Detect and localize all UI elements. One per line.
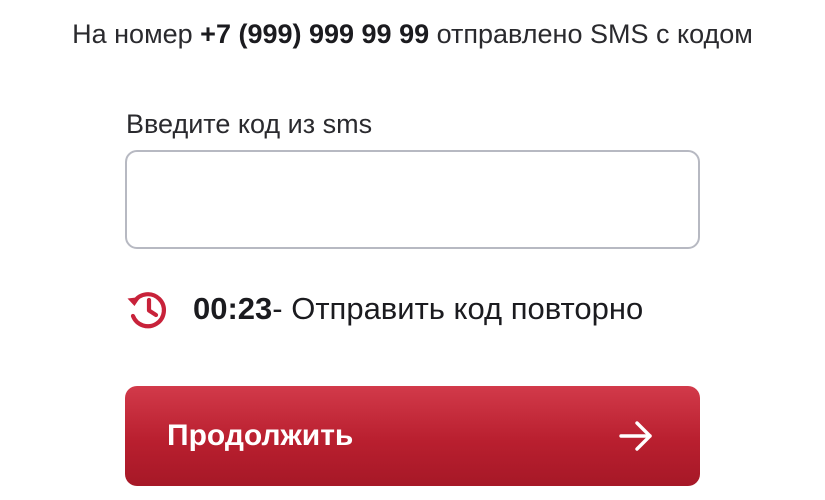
info-prefix: На номер bbox=[72, 19, 201, 49]
arrow-right-icon bbox=[618, 419, 654, 453]
resend-code-link[interactable]: - Отправить код повторно bbox=[272, 291, 643, 327]
continue-button[interactable]: Продолжить bbox=[125, 386, 700, 486]
continue-button-label: Продолжить bbox=[167, 419, 354, 452]
sms-code-input[interactable] bbox=[125, 150, 700, 249]
resend-timer: 00:23 bbox=[193, 291, 273, 326]
resend-row: 00:23- Отправить код повторно bbox=[125, 286, 643, 332]
phone-number: +7 (999) 999 99 99 bbox=[200, 19, 430, 49]
history-clock-icon bbox=[125, 286, 171, 332]
code-field-label: Введите код из sms bbox=[126, 109, 373, 139]
info-suffix: отправлено SMS с кодом bbox=[429, 19, 753, 49]
sms-sent-info: На номер +7 (999) 999 99 99 отправлено S… bbox=[0, 14, 825, 54]
